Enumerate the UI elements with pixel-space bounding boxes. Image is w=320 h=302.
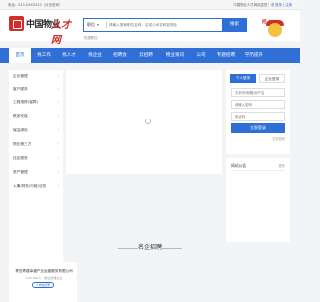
nav-item-find-job[interactable]: 找工作 bbox=[33, 48, 55, 63]
chevron-right-icon: › bbox=[57, 155, 59, 160]
site-logo[interactable]: 中国物业 人才网 bbox=[9, 16, 77, 46]
heading-decoration-right bbox=[162, 248, 182, 249]
search-divider bbox=[106, 22, 107, 28]
notice-panel: 网站公告 更多 bbox=[226, 158, 290, 242]
site-header: 中国物业 人才网 职位 搜索 热搜职位： 招 / bbox=[0, 10, 300, 46]
section-title: 名企招聘 bbox=[137, 244, 162, 251]
company-name: 青岛青建幸福产业运营服务有限公司 bbox=[15, 269, 73, 273]
welcome-text: 中国物业人才网欢迎您！请 bbox=[233, 3, 275, 7]
company-card[interactable]: 青岛青建幸福产业运营服务有限公司 100-500人 · 物业管理企业 个岗位招聘 bbox=[9, 262, 77, 302]
login-link[interactable]: 登录 bbox=[275, 3, 282, 7]
category-item[interactable]: 客户服务 › bbox=[13, 83, 61, 95]
nav-item-job-fair[interactable]: 招聘会 bbox=[109, 48, 131, 63]
category-item[interactable]: 工程维修(保障) › bbox=[13, 96, 61, 108]
notice-more-link[interactable]: 更多 bbox=[279, 163, 285, 168]
welcome-area: 中国物业人才网欢迎您！请 登录 | 注册 bbox=[233, 0, 292, 10]
chevron-right-icon: › bbox=[57, 113, 59, 118]
loading-spinner-icon bbox=[145, 118, 151, 124]
notice-divider bbox=[231, 170, 285, 171]
chevron-right-icon: › bbox=[57, 127, 59, 132]
category-item[interactable]: 社区服务 › bbox=[13, 152, 61, 164]
logo-mark-icon bbox=[9, 16, 24, 31]
section-header: 名企招聘 bbox=[0, 242, 300, 254]
search-bar: 职位 搜索 bbox=[83, 17, 247, 33]
search-input[interactable] bbox=[109, 19, 224, 31]
search-type-select[interactable]: 职位 bbox=[87, 19, 99, 31]
chevron-right-icon: › bbox=[57, 169, 59, 174]
login-submit-button[interactable]: 立即登录 bbox=[231, 123, 285, 133]
login-panel: 个人登录 企业登录 立即登录 忘记密码 bbox=[226, 70, 290, 154]
company-meta: 100-500人 · 物业管理企业 bbox=[25, 276, 63, 280]
notice-title: 网站公告 bbox=[231, 163, 247, 168]
chevron-right-icon: › bbox=[57, 99, 59, 104]
mascot-tag: 招 / bbox=[262, 20, 270, 25]
username-field[interactable] bbox=[231, 88, 285, 97]
tab-personal-login[interactable]: 个人登录 bbox=[230, 74, 256, 83]
nav-item-find-company[interactable]: 找企业 bbox=[84, 48, 106, 63]
nav-item-home[interactable]: 首页 bbox=[9, 48, 31, 63]
forgot-password-link[interactable]: 忘记密码 bbox=[272, 136, 285, 141]
nav-item-education[interactable]: 学历提升 bbox=[241, 48, 267, 63]
chevron-down-icon bbox=[97, 24, 99, 26]
chevron-right-icon: › bbox=[57, 86, 59, 91]
nav-item-company[interactable]: 公司 bbox=[190, 48, 212, 63]
contact-phone: 电话：010-XXXXX23（分页咨询） bbox=[8, 3, 63, 7]
category-item[interactable]: 秩序安保 › bbox=[13, 110, 61, 122]
nav-item-news[interactable]: 物业资讯 bbox=[162, 48, 188, 63]
nav-item-find-talent[interactable]: 找人才 bbox=[58, 48, 80, 63]
banner-carousel[interactable] bbox=[66, 70, 222, 174]
category-item[interactable]: 企业管理 › bbox=[13, 70, 61, 82]
register-link[interactable]: 注册 bbox=[285, 3, 292, 7]
nav-item-cloud-recruit[interactable]: 云招聘 bbox=[135, 48, 157, 63]
password-field[interactable] bbox=[231, 100, 285, 109]
mascot-image: 招 / bbox=[262, 19, 288, 41]
tab-company-login[interactable]: 企业登录 bbox=[259, 74, 285, 83]
chevron-right-icon: › bbox=[57, 73, 59, 78]
category-item[interactable]: 人事/财务/行政/法务 › bbox=[13, 180, 61, 192]
company-jobs-badge[interactable]: 个岗位招聘 bbox=[32, 282, 54, 288]
search-button[interactable]: 搜索 bbox=[222, 17, 247, 33]
chevron-right-icon: › bbox=[57, 183, 59, 188]
nav-item-special[interactable]: 专题招聘 bbox=[213, 48, 239, 63]
heading-decoration-left bbox=[118, 248, 138, 249]
category-item[interactable]: 物业第三方 › bbox=[13, 138, 61, 150]
category-item[interactable]: 保洁绿化 › bbox=[13, 124, 61, 136]
captcha-field[interactable] bbox=[231, 112, 285, 121]
chevron-right-icon: › bbox=[57, 141, 59, 146]
top-info-bar: 电话：010-XXXXX23（分页咨询） 中国物业人才网欢迎您！请 登录 | 注… bbox=[0, 0, 300, 10]
hot-search-label: 热搜职位： bbox=[84, 36, 101, 40]
logo-text-accent: 人才网 bbox=[51, 20, 71, 46]
main-nav: 首页 找工作 找人才 找企业 招聘会 云招聘 物业资讯 公司 专题招聘 学历提升 bbox=[0, 48, 300, 63]
search-type-label: 职位 bbox=[87, 22, 95, 27]
login-tabs: 个人登录 企业登录 bbox=[230, 74, 286, 83]
mascot-face-icon bbox=[268, 23, 282, 37]
category-item[interactable]: 资产管理 › bbox=[13, 166, 61, 178]
link-separator: | bbox=[282, 3, 285, 7]
